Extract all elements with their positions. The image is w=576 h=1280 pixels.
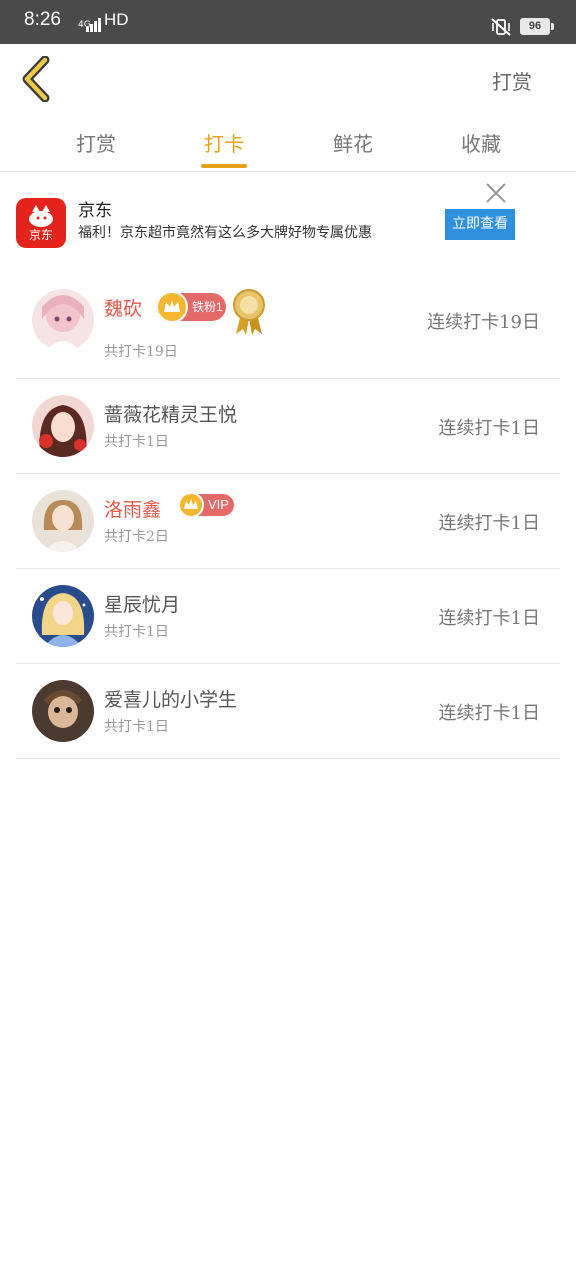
ad-title: 京东 — [78, 201, 112, 221]
tab-flowers[interactable]: 鲜花 — [303, 128, 403, 157]
checkin-list: 魏砍 铁粉1 共打卡19日 连续打卡19日 蔷薇花精灵王悦 共打卡1日 连续打卡… — [16, 284, 560, 759]
fan-level-text: 铁粉1 — [192, 300, 223, 314]
fan-level-badge: 铁粉1 — [156, 291, 226, 323]
crown-icon — [178, 492, 204, 518]
total-checkins: 共打卡1日 — [104, 719, 169, 735]
tab-reward[interactable]: 打赏 — [46, 128, 146, 157]
status-time: 8:26 — [24, 9, 61, 30]
medal-icon — [233, 289, 265, 335]
vip-text: VIP — [208, 497, 229, 512]
streak-count: 连续打卡1日 — [438, 608, 540, 629]
ad-description: 福利！京东超市竟然有这么多大牌好物专属优惠 — [78, 225, 372, 241]
vibrate-off-icon — [491, 18, 511, 36]
tab-favorites[interactable]: 收藏 — [431, 128, 531, 157]
back-button[interactable] — [18, 55, 58, 103]
checkin-row[interactable]: 星辰忧月 共打卡1日 连续打卡1日 — [16, 569, 560, 664]
avatar[interactable] — [32, 680, 94, 742]
ad-banner[interactable]: 京东 京东 福利！京东超市竟然有这么多大牌好物专属优惠 立即查看 — [0, 174, 576, 260]
streak-count: 连续打卡1日 — [438, 703, 540, 724]
crown-icon — [156, 291, 188, 323]
streak-count: 连续打卡1日 — [438, 418, 540, 439]
checkin-row[interactable]: 蔷薇花精灵王悦 共打卡1日 连续打卡1日 — [16, 379, 560, 474]
checkin-row[interactable]: 洛雨鑫 VIP 共打卡2日 连续打卡1日 — [16, 474, 560, 569]
tab-checkin[interactable]: 打卡 — [174, 128, 274, 157]
streak-count: 连续打卡1日 — [438, 513, 540, 534]
total-checkins: 共打卡19日 — [104, 344, 178, 360]
avatar[interactable] — [32, 289, 94, 351]
hd-indicator: HD — [104, 10, 129, 29]
jd-logo[interactable]: 京东 — [16, 198, 66, 248]
ad-close-button[interactable] — [484, 181, 508, 205]
avatar[interactable] — [32, 585, 94, 647]
battery-level: 96 — [528, 20, 542, 32]
avatar-image — [32, 289, 94, 351]
checkin-row[interactable]: 爱喜儿的小学生 共打卡1日 连续打卡1日 — [16, 664, 560, 759]
total-checkins: 共打卡2日 — [104, 529, 169, 545]
active-tab-indicator — [201, 164, 247, 168]
close-icon — [486, 183, 506, 203]
user-name[interactable]: 洛雨鑫 — [104, 495, 161, 522]
streak-count: 连续打卡19日 — [427, 312, 540, 333]
user-name[interactable]: 爱喜儿的小学生 — [104, 685, 237, 712]
signal-icon — [86, 18, 101, 32]
header-reward-link[interactable]: 打赏 — [492, 66, 532, 95]
tab-bar: 打赏 打卡 鲜花 收藏 — [0, 118, 576, 172]
avatar-image — [32, 680, 94, 742]
avatar-image — [32, 585, 94, 647]
ad-cta-button[interactable]: 立即查看 — [445, 209, 515, 240]
user-name[interactable]: 蔷薇花精灵王悦 — [104, 400, 237, 427]
checkin-row[interactable]: 魏砍 铁粉1 共打卡19日 连续打卡19日 — [16, 284, 560, 379]
user-name[interactable]: 星辰忧月 — [104, 590, 180, 617]
jd-logo-text: 京东 — [28, 228, 53, 242]
vip-badge: VIP — [178, 492, 234, 518]
user-name[interactable]: 魏砍 — [104, 294, 142, 321]
avatar-image — [32, 490, 94, 552]
avatar[interactable] — [32, 395, 94, 457]
total-checkins: 共打卡1日 — [104, 434, 169, 450]
battery-indicator: 96 — [520, 18, 554, 35]
total-checkins: 共打卡1日 — [104, 624, 169, 640]
status-bar: 8:26 4G HD 96 — [0, 0, 576, 44]
back-chevron-icon — [22, 55, 50, 103]
avatar[interactable] — [32, 490, 94, 552]
avatar-image — [32, 395, 94, 457]
